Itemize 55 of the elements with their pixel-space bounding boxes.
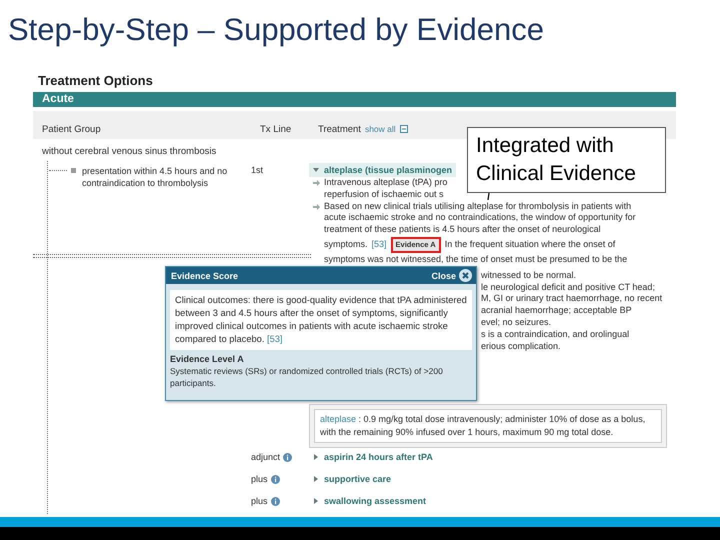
treatment-text: symptoms was not witnessed, the time of onset must be presumed to be the — [324, 254, 628, 266]
arrow-icon — [313, 180, 320, 186]
reference-link[interactable]: [53] — [267, 334, 283, 344]
treatment-link[interactable]: alteplase (tissue plasminogen — [309, 163, 456, 177]
column-header: Patient Group — [41, 124, 102, 134]
callout-box: Integrated with Clinical Evidence — [467, 127, 666, 193]
evidence-level: Evidence Level A — [169, 353, 245, 364]
drug-link[interactable]: alteplase — [320, 414, 356, 424]
treatment-text: treatment of these patients is 4.5 hours after the onset of neurological — [324, 224, 601, 236]
tx-line: plus — [251, 474, 268, 484]
column-header: Tx Line — [260, 124, 292, 134]
treatment-text: erious complication. — [481, 340, 561, 352]
collapse-icon[interactable] — [400, 125, 408, 133]
treatment-text: M, GI or urinary tract haemorrhage, no recent — [481, 293, 662, 306]
popup-title: Evidence Score — [171, 270, 238, 280]
tx-line: 1st — [251, 165, 264, 175]
treatment-text: evel; no seizures. — [481, 316, 552, 329]
caret-icon — [313, 167, 319, 173]
show-all-link[interactable]: show all — [364, 124, 396, 134]
tx-line: adjunct — [251, 452, 280, 462]
panel-title: Treatment Options — [37, 72, 154, 89]
bullet-icon — [71, 168, 76, 173]
treatment-text: Based on new clinical trials utilising alteplase for thrombolysis in patients with — [324, 200, 632, 212]
leader-line — [487, 193, 490, 200]
treatment-text: witnessed to be normal. — [481, 270, 576, 282]
patient-group: without cerebral venous sinus thrombosis — [42, 146, 216, 161]
treatment-text: symptoms. — [324, 239, 368, 251]
info-icon[interactable] — [270, 497, 280, 506]
treatment-text: acute ischaemic stroke and no contraindications, the window of opportunity for — [324, 212, 636, 224]
column-header: Treatment — [318, 124, 361, 134]
treatment-text: acranial haemorrhage; acceptable BP — [481, 305, 632, 317]
treatment-link[interactable]: aspirin 24 hours after tPA — [309, 450, 437, 464]
treatment-text: s is a contraindication, and orolingual — [481, 328, 630, 341]
caret-icon — [313, 454, 319, 460]
reference-link[interactable]: [53] — [372, 239, 387, 251]
evidence-level-text: Systematic reviews (SRs) or randomized controlled trials (RCTs) of >200 participants. — [169, 365, 444, 390]
close-icon[interactable] — [459, 269, 472, 282]
close-button[interactable]: Close — [431, 269, 472, 282]
treatment-text: reperfusion of ischaemic out s — [324, 188, 444, 201]
section-bar: Acute — [33, 92, 676, 107]
slide-title: Step-by-Step – Supported by Evidence — [7, 11, 545, 49]
arrow-icon — [313, 204, 320, 210]
evidence-text: Clinical outcomes: there is good-quality evidence that tPA administered between 3 and 4.5 hours after the onset of symptoms, significantly improved clinical outcomes in patients with acute ischaemic stroke compared to placebo. [53] — [170, 290, 472, 350]
info-icon[interactable] — [270, 475, 280, 484]
patient-subgroup: presentation within 4.5 hours and no contraindication to thrombolysis — [82, 165, 228, 189]
treatment-link[interactable]: swallowing assessment — [309, 494, 430, 508]
treatment-text: In the frequent situation where the onset of — [444, 239, 616, 251]
treatment-text: Intravenous alteplase (tPA) pro — [324, 177, 448, 189]
treatment-link[interactable]: supportive care — [309, 472, 396, 486]
dosing-text: alteplase : 0.9 mg/kg total dose intravenously; administer 10% of dose as a bolus, with the remaining 90% infused over 1 hours, maximum 90 mg total dose. — [314, 409, 662, 444]
caret-icon — [313, 498, 319, 504]
info-icon[interactable] — [283, 453, 292, 462]
caret-icon — [313, 476, 319, 482]
tx-line: plus — [251, 496, 268, 506]
treatment-text: le neurological deficit and positive CT head; — [481, 282, 655, 294]
